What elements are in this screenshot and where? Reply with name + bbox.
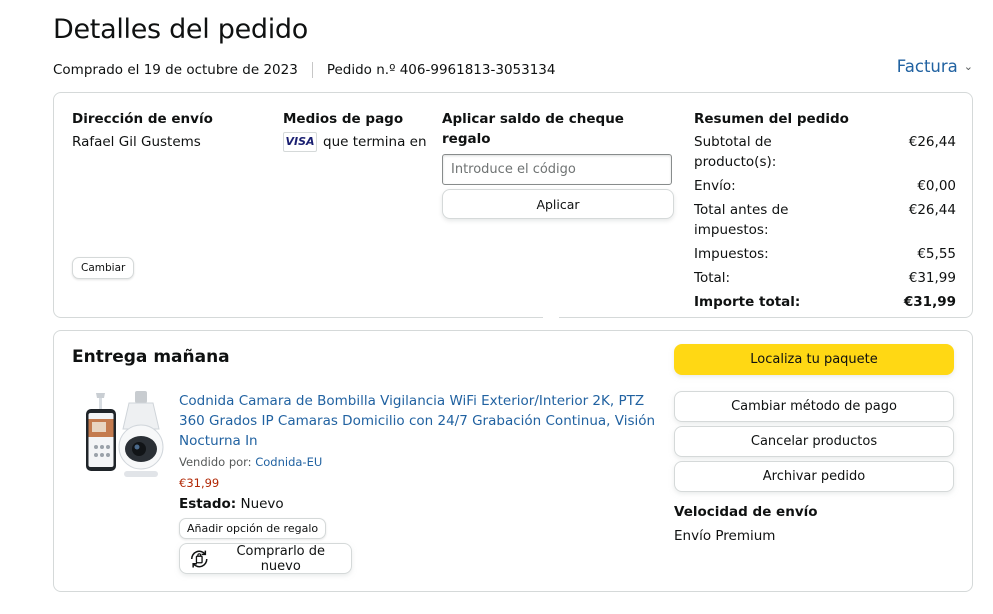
summary-value: €0,00 <box>917 178 956 194</box>
buy-again-label: Comprarlo de nuevo <box>236 543 326 574</box>
track-package-button[interactable]: Localiza tu paquete <box>674 344 954 375</box>
apply-button[interactable]: Aplicar <box>442 189 674 219</box>
summary-value: €26,44 <box>908 134 956 150</box>
condition-label: Estado: <box>179 496 237 512</box>
summary-label: Importe total: <box>694 294 801 310</box>
page-title: Detalles del pedido <box>53 14 308 45</box>
shipping-speed-value: Envío Premium <box>674 528 776 544</box>
summary-row-grand-total: Importe total: €31,99 <box>694 292 956 312</box>
payment-heading: Medios de pago <box>283 111 404 127</box>
order-actions: Localiza tu paquete Cambiar método de pa… <box>674 344 954 546</box>
gift-code-input[interactable] <box>442 154 672 185</box>
visa-icon: VISA <box>283 132 317 152</box>
archive-order-button[interactable]: Archivar pedido <box>674 461 954 492</box>
product-title-link[interactable]: Codnida Camara de Bombilla Vigilancia Wi… <box>179 391 659 451</box>
summary-label: Total antes de impuestos: <box>694 202 789 238</box>
chevron-down-icon: ⌄ <box>963 60 973 73</box>
order-meta: Comprado el 19 de octubre de 2023 Pedido… <box>53 62 555 78</box>
summary-value: €5,55 <box>917 246 956 262</box>
condition-value: Nuevo <box>240 496 284 512</box>
summary-value: €31,99 <box>903 294 956 310</box>
change-address-button[interactable]: Cambiar <box>72 257 135 279</box>
buy-again-icon <box>190 550 208 567</box>
summary-row-subtotal: Subtotal de producto(s): €26,44 <box>694 132 956 172</box>
gift-card-section: Aplicar saldo de cheque regalo Aplicar <box>442 109 674 219</box>
seller-link[interactable]: Codnida-EU <box>255 455 322 469</box>
summary-label: Subtotal de producto(s): <box>694 134 777 170</box>
delivery-card: Entrega mañana Codnida Camara de Bombill… <box>53 330 973 592</box>
summary-value: €26,44 <box>908 202 956 218</box>
summary-row-pretax: Total antes de impuestos: €26,44 <box>694 200 956 240</box>
buy-again-button[interactable]: Comprarlo de nuevo <box>179 543 352 574</box>
summary-row-tax: Impuestos: €5,55 <box>694 244 956 264</box>
product-info: Codnida Camara de Bombilla Vigilancia Wi… <box>179 391 659 574</box>
shipping-name: Rafael Gil Gustems <box>72 134 201 150</box>
shipping-heading: Dirección de envío <box>72 111 213 127</box>
product-price: €31,99 <box>179 476 220 490</box>
shipping-speed-label: Velocidad de envío <box>674 504 818 520</box>
summary-heading: Resumen del pedido <box>694 111 849 127</box>
order-info-card: Dirección de envío Rafael Gil Gustems . … <box>53 92 973 318</box>
product-condition: Estado: Nuevo <box>179 494 659 514</box>
change-payment-button[interactable]: Cambiar método de pago <box>674 391 954 422</box>
divider <box>311 62 313 78</box>
summary-row-shipping: Envío: €0,00 <box>694 176 956 196</box>
order-summary: Resumen del pedido Subtotal de producto(… <box>694 109 956 316</box>
summary-value: €31,99 <box>908 270 956 286</box>
gift-card-heading: Aplicar saldo de cheque regalo <box>442 111 624 147</box>
order-number: Pedido n.º 406-9961813-3053134 <box>326 62 556 78</box>
payment-method: VISA que termina en <box>283 132 433 152</box>
seller-line: Vendido por: Codnida-EU <box>179 452 659 472</box>
shipping-address-section: Dirección de envío Rafael Gil Gustems . <box>72 109 272 265</box>
card-ending: que termina en <box>323 134 427 150</box>
product-image[interactable] <box>84 389 166 485</box>
delivery-title: Entrega mañana <box>72 347 230 367</box>
seller-prefix: Vendido por: <box>179 455 252 469</box>
payment-section: Medios de pago VISA que termina en <box>283 109 433 152</box>
cancel-items-button[interactable]: Cancelar productos <box>674 426 954 457</box>
summary-row-total: Total: €31,99 <box>694 268 956 288</box>
summary-label: Envío: <box>694 178 736 194</box>
invoice-dropdown[interactable]: Factura ⌄ <box>897 57 973 76</box>
add-gift-option-button[interactable]: Añadir opción de regalo <box>179 518 327 539</box>
divider-gap <box>543 314 559 322</box>
invoice-label: Factura <box>896 57 958 76</box>
summary-label: Total: <box>694 270 731 286</box>
summary-label: Impuestos: <box>694 246 769 262</box>
purchase-date: Comprado el 19 de octubre de 2023 <box>53 62 298 78</box>
